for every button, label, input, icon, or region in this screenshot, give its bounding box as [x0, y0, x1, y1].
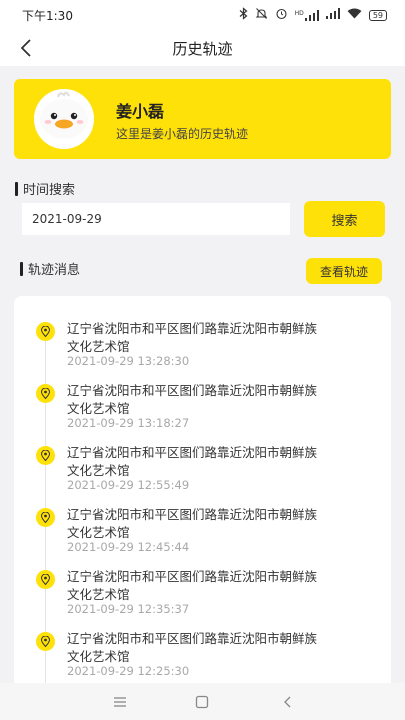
menu-button[interactable] — [110, 692, 130, 712]
nav-bar: 历史轨迹 — [0, 30, 405, 66]
status-icons: HD 59 — [239, 7, 387, 23]
avatar — [34, 89, 94, 149]
back-triangle-icon — [284, 696, 291, 708]
tracks-section-title: 轨迹消息 — [28, 263, 81, 278]
track-address: 辽宁省沈阳市和平区图们路靠近沈阳市朝鲜族 文化艺术馆 — [67, 568, 367, 604]
page-title: 历史轨迹 — [172, 39, 233, 58]
signal-icon: HD — [294, 9, 319, 21]
list-item[interactable]: 辽宁省沈阳市和平区图们路靠近沈阳市朝鲜族 文化艺术馆 2021-09-29 12… — [14, 606, 391, 678]
profile-card: 姜小磊 这里是姜小磊的历史轨迹 — [14, 79, 391, 159]
list-item[interactable]: 辽宁省沈阳市和平区图们路靠近沈阳市朝鲜族 文化艺术馆 2021-09-29 12… — [14, 420, 391, 492]
track-address-line: 辽宁省沈阳市和平区图们路靠近沈阳市朝鲜族 — [67, 383, 318, 398]
view-track-button[interactable]: 查看轨迹 — [306, 258, 382, 284]
status-bar: 下午1:30 HD 59 — [0, 0, 405, 30]
chevron-left-icon — [20, 39, 31, 57]
status-time: 下午1:30 — [22, 8, 73, 23]
wifi-icon — [347, 8, 362, 22]
mute-icon — [255, 7, 268, 23]
track-address: 辽宁省沈阳市和平区图们路靠近沈阳市朝鲜族 文化艺术馆 — [67, 444, 367, 480]
battery-icon: 59 — [368, 9, 387, 21]
track-address-line: 辽宁省沈阳市和平区图们路靠近沈阳市朝鲜族 — [67, 507, 318, 522]
location-pin-icon — [36, 508, 55, 527]
search-button[interactable]: 搜索 — [304, 201, 385, 237]
list-item[interactable]: 辽宁省沈阳市和平区图们路靠近沈阳市朝鲜族 文化艺术馆 2021-09-29 13… — [14, 358, 391, 430]
track-address-line: 辽宁省沈阳市和平区图们路靠近沈阳市朝鲜族 — [67, 631, 318, 646]
duck-avatar-icon — [34, 89, 94, 149]
home-button[interactable] — [192, 692, 212, 712]
track-address: 辽宁省沈阳市和平区图们路靠近沈阳市朝鲜族 文化艺术馆 — [67, 506, 367, 542]
list-item[interactable]: 辽宁省沈阳市和平区图们路靠近沈阳市朝鲜族 文化艺术馆 2021-09-29 13… — [14, 296, 391, 368]
menu-icon — [114, 697, 126, 707]
search-section-title: 时间搜索 — [23, 183, 76, 198]
back-button[interactable] — [14, 36, 38, 60]
system-back-button[interactable] — [277, 692, 297, 712]
track-list: 辽宁省沈阳市和平区图们路靠近沈阳市朝鲜族 文化艺术馆 2021-09-29 13… — [14, 296, 391, 696]
date-input[interactable] — [22, 203, 290, 235]
bluetooth-icon — [239, 7, 248, 23]
section-marker — [15, 181, 18, 196]
tracks-section-label: 轨迹消息 — [20, 259, 80, 278]
alarm-icon — [275, 7, 288, 23]
track-time: 2021-09-29 12:25:30 — [67, 664, 190, 678]
location-pin-icon — [36, 322, 55, 341]
profile-name: 姜小磊 — [116, 102, 165, 121]
list-item[interactable]: 辽宁省沈阳市和平区图们路靠近沈阳市朝鲜族 文化艺术馆 2021-09-29 12… — [14, 482, 391, 554]
location-pin-icon — [36, 570, 55, 589]
track-address: 辽宁省沈阳市和平区图们路靠近沈阳市朝鲜族 文化艺术馆 — [67, 630, 367, 666]
track-address-line: 辽宁省沈阳市和平区图们路靠近沈阳市朝鲜族 — [67, 569, 318, 584]
track-address: 辽宁省沈阳市和平区图们路靠近沈阳市朝鲜族 文化艺术馆 — [67, 382, 367, 418]
section-marker — [20, 261, 23, 276]
track-address: 辽宁省沈阳市和平区图们路靠近沈阳市朝鲜族 文化艺术馆 — [67, 320, 367, 356]
location-pin-icon — [36, 446, 55, 465]
track-address-line: 辽宁省沈阳市和平区图们路靠近沈阳市朝鲜族 — [67, 321, 318, 336]
system-nav-bar — [0, 683, 405, 720]
home-square-icon — [195, 695, 209, 709]
location-pin-icon — [36, 632, 55, 651]
signal-hd-label: HD — [294, 9, 304, 17]
track-address-line: 辽宁省沈阳市和平区图们路靠近沈阳市朝鲜族 — [67, 445, 318, 460]
location-pin-icon — [36, 384, 55, 403]
signal-icon — [325, 8, 340, 22]
profile-description: 这里是姜小磊的历史轨迹 — [116, 127, 249, 141]
search-section-label: 时间搜索 — [15, 179, 75, 198]
list-item[interactable]: 辽宁省沈阳市和平区图们路靠近沈阳市朝鲜族 文化艺术馆 2021-09-29 12… — [14, 544, 391, 616]
